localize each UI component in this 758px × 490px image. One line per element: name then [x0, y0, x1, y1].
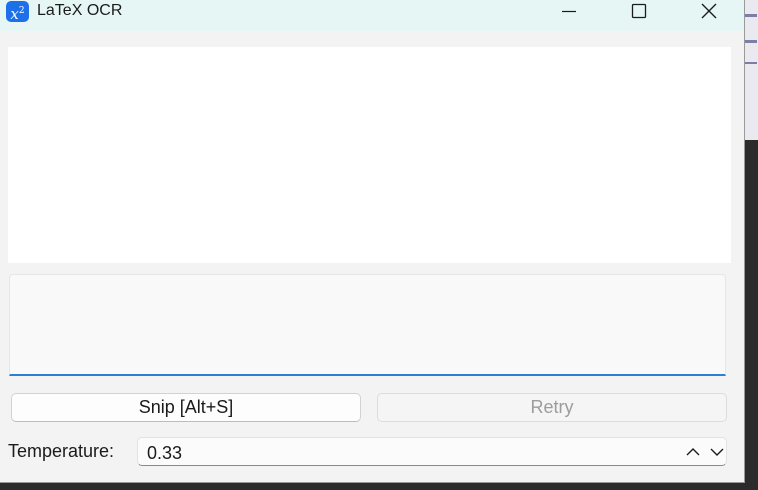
minimize-icon: [562, 10, 576, 13]
temperature-label: Temperature:: [8, 441, 115, 461]
chevron-up-icon[interactable]: [685, 445, 701, 459]
background-mark: [745, 62, 757, 64]
background-mark: [745, 40, 757, 43]
maximize-button[interactable]: [616, 0, 662, 22]
snip-button[interactable]: Snip [Alt+S]: [11, 393, 361, 422]
chevron-down-icon[interactable]: [709, 445, 725, 459]
window-title: LaTeX OCR: [37, 2, 123, 19]
minimize-button[interactable]: [546, 0, 592, 22]
temperature-spinbox[interactable]: 0.33: [137, 437, 727, 466]
close-icon: [701, 3, 717, 19]
background-window: [744, 0, 758, 140]
background-mark: [745, 14, 757, 17]
title-bar[interactable]: x2 LaTeX OCR: [0, 0, 744, 31]
temperature-value[interactable]: 0.33: [147, 442, 182, 464]
x-squared-icon: x2: [6, 1, 29, 23]
close-button[interactable]: [686, 0, 732, 22]
retry-button[interactable]: Retry: [377, 393, 727, 422]
app-window: x2 LaTeX OCR Snip [Alt+S] Retry Temperat…: [0, 0, 744, 482]
latex-output-field[interactable]: [9, 274, 726, 376]
formula-preview: [8, 47, 731, 263]
maximize-icon: [631, 3, 647, 19]
